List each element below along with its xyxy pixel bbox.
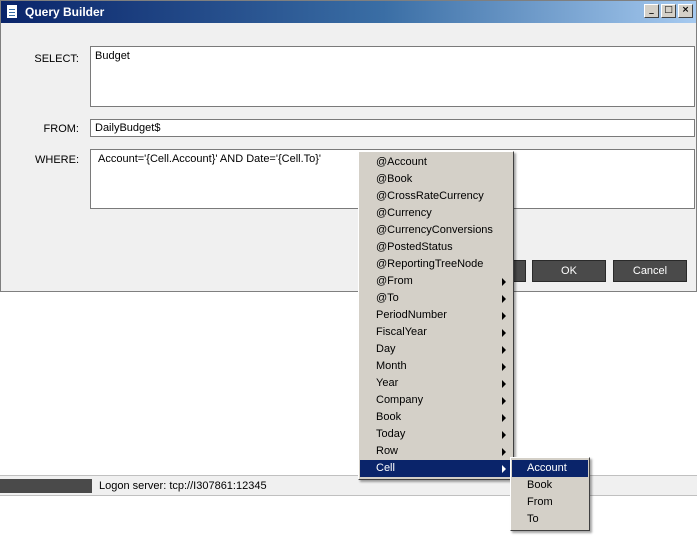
maximize-button[interactable]: □ (661, 4, 676, 18)
menu-item-label: Year (376, 377, 399, 389)
status-bar: Logon server: tcp://I307861:12345 (0, 475, 697, 496)
menu-item-book[interactable]: @Book (360, 171, 512, 188)
menu-item-label: PeriodNumber (376, 309, 447, 321)
menu-item-label: Day (376, 343, 396, 355)
submenu-arrow-icon (502, 346, 506, 354)
menu-item-label: @Currency (376, 207, 432, 219)
menu-item-periodnumber[interactable]: PeriodNumber (360, 307, 512, 324)
menu-item-to[interactable]: @To (360, 290, 512, 307)
submenu-arrow-icon (502, 329, 506, 337)
cell-submenu: Account Book From To (510, 457, 590, 531)
menu-item-label: Month (376, 360, 407, 372)
where-label: WHERE: (35, 154, 79, 166)
menu-item-label: @To (376, 292, 399, 304)
submenu-item-label: From (527, 496, 553, 508)
select-field[interactable]: Budget (90, 46, 695, 107)
submenu-arrow-icon (502, 465, 506, 473)
menu-item-year[interactable]: Year (360, 375, 512, 392)
menu-item-label: @PostedStatus (376, 241, 453, 253)
menu-item-crossratecurrency[interactable]: @CrossRateCurrency (360, 188, 512, 205)
status-indicator (0, 479, 92, 493)
logon-server-status: Logon server: tcp://I307861:12345 (99, 480, 267, 492)
submenu-arrow-icon (502, 414, 506, 422)
menu-item-label: @Book (376, 173, 413, 185)
document-icon (6, 4, 18, 19)
menu-item-label: @From (376, 275, 413, 287)
menu-item-row[interactable]: Row (360, 443, 512, 460)
submenu-arrow-icon (502, 448, 506, 456)
menu-item-fiscalyear[interactable]: FiscalYear (360, 324, 512, 341)
submenu-arrow-icon (502, 380, 506, 388)
minimize-button[interactable]: _ (644, 4, 659, 18)
submenu-arrow-icon (502, 278, 506, 286)
from-label: FROM: (43, 123, 79, 135)
ok-button[interactable]: OK (532, 260, 606, 282)
submenu-item-book[interactable]: Book (512, 477, 588, 494)
submenu-arrow-icon (502, 312, 506, 320)
menu-item-account[interactable]: @Account (360, 154, 512, 171)
close-button[interactable]: × (678, 4, 693, 18)
submenu-arrow-icon (502, 363, 506, 371)
submenu-item-from[interactable]: From (512, 494, 588, 511)
submenu-item-account[interactable]: Account (512, 460, 588, 477)
menu-item-label: @Account (376, 156, 427, 168)
menu-item-month[interactable]: Month (360, 358, 512, 375)
submenu-item-label: To (527, 513, 539, 525)
menu-item-from[interactable]: @From (360, 273, 512, 290)
menu-item-label: Today (376, 428, 406, 440)
menu-item-today[interactable]: Today (360, 426, 512, 443)
menu-item-postedstatus[interactable]: @PostedStatus (360, 239, 512, 256)
menu-item-label: Cell (376, 462, 395, 474)
submenu-arrow-icon (502, 397, 506, 405)
menu-item-label: @CurrencyConversions (376, 224, 493, 236)
menu-item-label: @ReportingTreeNode (376, 258, 484, 270)
window-controls: _ □ × (644, 4, 693, 18)
menu-item-book[interactable]: Book (360, 409, 512, 426)
menu-item-label: FiscalYear (376, 326, 427, 338)
submenu-item-label: Book (527, 479, 553, 491)
menu-item-label: Company (376, 394, 424, 406)
select-label: SELECT: (34, 53, 79, 65)
query-builder-window: Query Builder _ □ × SELECT: Budget FROM:… (0, 0, 697, 292)
menu-item-currency[interactable]: @Currency (360, 205, 512, 222)
menu-item-label: Book (376, 411, 402, 423)
submenu-arrow-icon (502, 295, 506, 303)
menu-item-label: Row (376, 445, 399, 457)
context-menu: @Account @Book @CrossRateCurrency @Currency… (358, 151, 514, 480)
menu-item-cell[interactable]: Cell (360, 460, 512, 477)
menu-item-company[interactable]: Company (360, 392, 512, 409)
menu-item-reportingtreenode[interactable]: @ReportingTreeNode (360, 256, 512, 273)
title-bar[interactable]: Query Builder _ □ × (1, 1, 696, 23)
submenu-arrow-icon (502, 431, 506, 439)
submenu-item-to[interactable]: To (512, 511, 588, 528)
menu-item-currencyconversions[interactable]: @CurrencyConversions (360, 222, 512, 239)
window-title: Query Builder (25, 5, 105, 19)
menu-item-day[interactable]: Day (360, 341, 512, 358)
from-field[interactable]: DailyBudget$ (90, 119, 695, 137)
cancel-button[interactable]: Cancel (613, 260, 687, 282)
menu-item-label: @CrossRateCurrency (376, 190, 484, 202)
submenu-item-label: Account (527, 462, 567, 474)
